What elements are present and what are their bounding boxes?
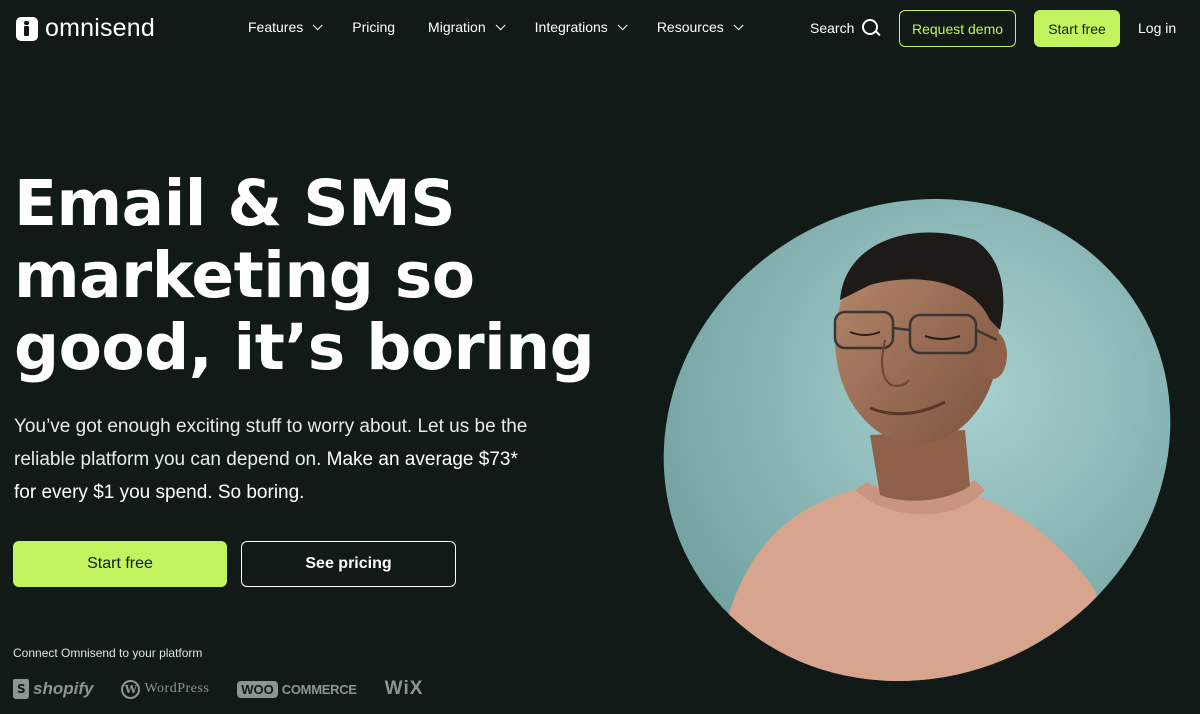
search-label: Search — [810, 20, 855, 36]
nav-item-features[interactable]: Features — [248, 19, 323, 35]
woo-badge: WOO — [237, 680, 278, 698]
nav-item-resources[interactable]: Resources — [656, 19, 744, 35]
hero-portrait-image — [655, 190, 1175, 690]
woocommerce-logo[interactable]: WOO COMMERCE — [237, 680, 357, 698]
start-free-button[interactable]: Start free — [13, 541, 227, 587]
request-demo-button[interactable]: Request demo — [899, 10, 1016, 47]
chevron-down-icon — [495, 19, 506, 30]
nav-item-label: Pricing — [352, 19, 396, 35]
chevron-down-icon — [312, 19, 323, 30]
chevron-down-icon — [733, 19, 744, 30]
login-link[interactable]: Log in — [1138, 20, 1176, 36]
nav-item-pricing[interactable]: Pricing — [352, 19, 395, 35]
shopify-wordmark: shopify — [33, 679, 94, 698]
nav-item-migration[interactable]: Migration — [428, 19, 506, 35]
brand-name: omnisend — [45, 14, 155, 42]
headline-line-2: marketing so — [14, 239, 475, 312]
nav-item-label: Migration — [428, 19, 486, 35]
shopify-bag-icon — [13, 679, 29, 699]
search-button[interactable]: Search — [810, 18, 881, 38]
nav-item-label: Features — [248, 19, 304, 35]
headline-line-3: good, it’s boring — [14, 311, 595, 384]
top-navigation: omnisend Features Pricing Migration Inte… — [0, 0, 1200, 58]
wix-wordmark: WiX — [384, 678, 424, 699]
start-free-nav-button[interactable]: Start free — [1034, 10, 1120, 47]
nav-item-label: Integrations — [534, 19, 608, 35]
connect-platform-label: Connect Omnisend to your platform — [13, 646, 203, 660]
chevron-down-icon — [617, 19, 628, 30]
nav-item-integrations[interactable]: Integrations — [534, 19, 628, 35]
platform-logos: shopify W WordPress WOO COMMERCE WiX — [13, 678, 423, 700]
omnisend-logo-icon — [16, 16, 38, 41]
wix-logo[interactable]: WiX — [385, 678, 424, 700]
search-icon — [861, 18, 881, 38]
wordpress-logo[interactable]: W WordPress — [121, 679, 210, 699]
wordpress-wordmark: WordPress — [144, 681, 210, 696]
brand-logo[interactable]: omnisend — [16, 14, 155, 43]
headline-line-1: Email & SMS — [14, 167, 456, 240]
hero-subtext: You’ve got enough exciting stuff to worr… — [14, 410, 534, 509]
nav-item-label: Resources — [656, 19, 724, 35]
see-pricing-button[interactable]: See pricing — [241, 541, 456, 587]
main-menu: Features Pricing Migration Integrations … — [248, 19, 773, 35]
woocommerce-wordmark: COMMERCE — [281, 681, 357, 697]
shopify-logo[interactable]: shopify — [13, 679, 93, 699]
hero-headline: Email & SMS marketing so good, it’s bori… — [14, 168, 614, 384]
wordpress-icon: W — [121, 679, 141, 699]
